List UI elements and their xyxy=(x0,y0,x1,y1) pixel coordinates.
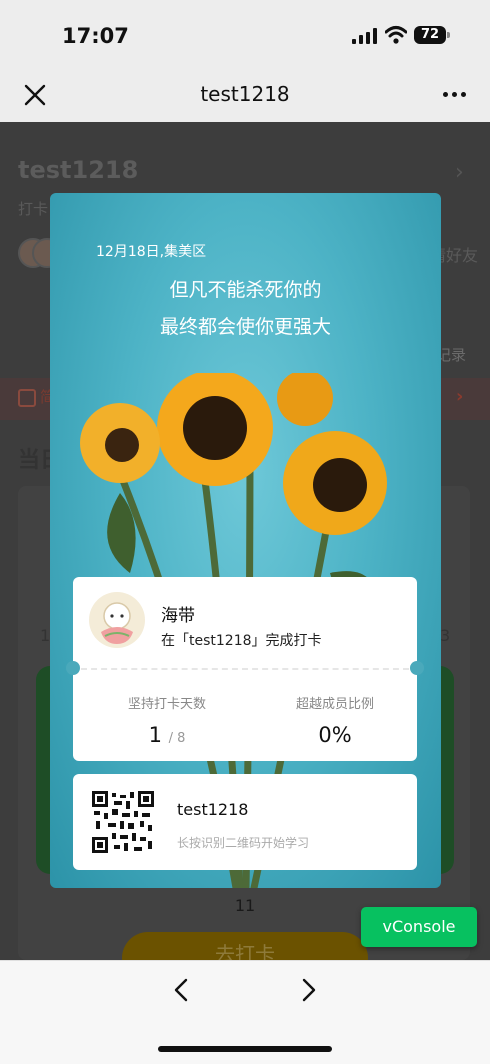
beat-ratio-label: 超越成员比例 xyxy=(295,697,374,712)
avatar xyxy=(89,592,145,648)
quote-line: 最终都会使你更强大 xyxy=(159,316,331,338)
page-title: test1218 xyxy=(200,82,290,106)
checkin-info-card: 海带 在「test1218」完成打卡 坚持打卡天数 超越成员比例 1 / 8 0… xyxy=(66,577,424,761)
forward-arrow-icon[interactable] xyxy=(296,976,320,1004)
qr-code-icon[interactable] xyxy=(92,791,154,853)
home-indicator[interactable] xyxy=(158,1046,332,1052)
streak-days-count: 1 xyxy=(148,723,162,747)
battery-tip xyxy=(447,32,450,38)
quote-line: 但凡不能杀死你的 xyxy=(169,279,322,301)
qr-card: test1218 长按识别二维码开始学习 xyxy=(73,774,417,870)
checkin-button[interactable]: 去打卡 xyxy=(122,932,368,960)
more-icon[interactable] xyxy=(440,92,470,98)
chevron-right-icon: › xyxy=(456,386,464,407)
card-notch xyxy=(66,661,80,675)
streak-days-total: / 8 xyxy=(168,731,186,746)
streak-days-value: 1 / 8 xyxy=(73,723,261,747)
bg-title: test1218 xyxy=(18,156,139,184)
status-time: 17:07 xyxy=(62,24,129,48)
completion-text: 在「test1218」完成打卡 xyxy=(161,633,322,649)
sunflower xyxy=(157,373,273,486)
vconsole-button[interactable]: vConsole xyxy=(361,907,477,947)
card-notch xyxy=(410,661,424,675)
chevron-right-icon: › xyxy=(455,160,464,185)
user-name: 海带 xyxy=(161,606,195,626)
dashed-divider xyxy=(81,668,409,670)
streak-days-label: 坚持打卡天数 xyxy=(127,697,206,712)
qr-title: test1218 xyxy=(177,800,249,819)
qr-hint: 长按识别二维码开始学习 xyxy=(177,836,310,850)
bg-subtitle: 打卡 xyxy=(18,200,49,218)
location-date: 12月18日,集美区 xyxy=(96,244,207,260)
calendar-day: 1 xyxy=(40,626,51,645)
signal-icon xyxy=(352,28,378,44)
back-arrow-icon[interactable] xyxy=(170,976,194,1004)
calendar-icon xyxy=(18,389,36,407)
share-card: 12月18日,集美区 但凡不能杀死你的 最终都会使你更强大 海带 在「test1… xyxy=(50,193,441,888)
battery-indicator: 72 xyxy=(414,26,446,44)
beat-ratio-value: 0% xyxy=(318,723,352,747)
calendar-day: 3 xyxy=(440,626,451,645)
wifi-icon xyxy=(385,26,407,44)
